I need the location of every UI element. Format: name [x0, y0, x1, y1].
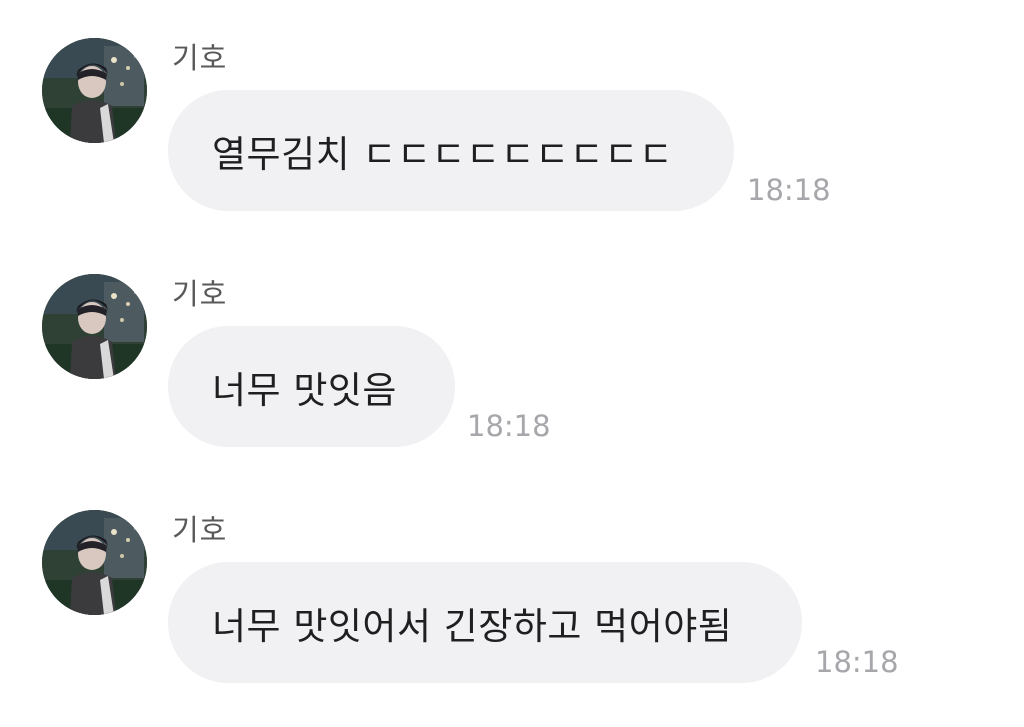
profile-photo-icon: [42, 510, 147, 615]
message-row: 기호 너무 맛잇음 18:18: [0, 236, 1024, 447]
message-time: 18:18: [747, 173, 831, 207]
message-bubble[interactable]: 너무 맛잇어서 긴장하고 먹어야됨: [168, 562, 802, 683]
sender-name: 기호: [172, 513, 228, 547]
message-bubble[interactable]: 너무 맛잇음: [168, 326, 455, 447]
avatar[interactable]: [42, 510, 147, 615]
message-bubble[interactable]: 열무김치 ㄷㄷㄷㄷㄷㄷㄷㄷㄷ: [168, 90, 734, 211]
sender-name: 기호: [172, 41, 228, 75]
profile-photo-icon: [42, 274, 147, 379]
sender-name: 기호: [172, 277, 228, 311]
message-time: 18:18: [815, 645, 899, 679]
avatar[interactable]: [42, 274, 147, 379]
message-text: 열무김치 ㄷㄷㄷㄷㄷㄷㄷㄷㄷ: [212, 132, 674, 176]
message-time: 18:18: [467, 409, 551, 443]
profile-photo-icon: [42, 38, 147, 143]
avatar[interactable]: [42, 38, 147, 143]
message-row: 기호 너무 맛잇어서 긴장하고 먹어야됨 18:18: [0, 472, 1024, 683]
message-text: 너무 맛잇어서 긴장하고 먹어야됨: [212, 604, 733, 648]
message-row: 기호 열무김치 ㄷㄷㄷㄷㄷㄷㄷㄷㄷ 18:18: [0, 0, 1024, 211]
chat-thread: 기호 열무김치 ㄷㄷㄷㄷㄷㄷㄷㄷㄷ 18:18 기호 너무 맛잇음 18:18 …: [0, 0, 1024, 727]
message-text: 너무 맛잇음: [212, 368, 397, 412]
